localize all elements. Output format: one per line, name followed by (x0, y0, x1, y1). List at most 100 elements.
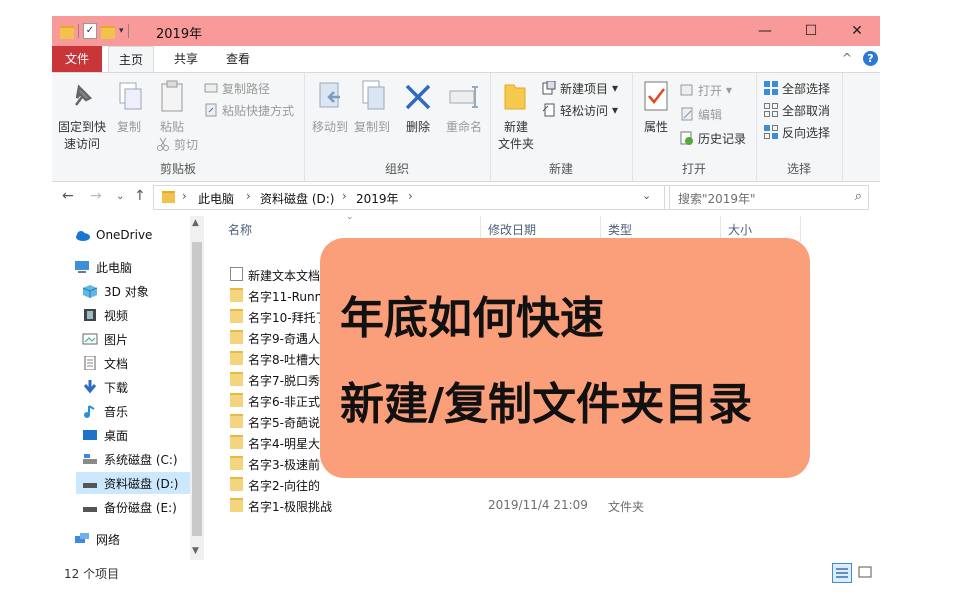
properties-icon (638, 79, 674, 115)
nav-label: 文档 (104, 356, 129, 371)
edit-button[interactable]: 编辑 (680, 105, 722, 123)
desktop-icon (82, 428, 98, 442)
invert-selection-button[interactable]: 反向选择 (764, 123, 830, 141)
tab-file[interactable]: 文件 (52, 46, 102, 72)
collapse-ribbon-icon[interactable]: ^ (842, 51, 852, 65)
tab-home[interactable]: 主页 (108, 46, 154, 73)
nav-scrollbar[interactable]: ▲ ▼ (190, 216, 204, 560)
file-name: 名字7-脱口秀 (248, 374, 320, 388)
breadcrumb-separator[interactable]: › (342, 189, 347, 203)
copy-to-button[interactable]: 复制到 (352, 79, 392, 136)
properties-button[interactable]: 属性 (638, 79, 674, 136)
nav-item-drive-c[interactable]: 系统磁盘 (C:) (82, 448, 178, 470)
breadcrumb-separator[interactable]: › (182, 189, 187, 203)
paste-button[interactable]: 粘贴 (152, 79, 192, 136)
navigation-pane: OneDrive 此电脑 3D 对象 视频 图片 文档 下载 音乐 桌面 系统磁… (52, 216, 206, 560)
scroll-up-icon[interactable]: ▲ (192, 218, 199, 228)
open-label: 打开 (698, 83, 723, 98)
customize-toolbar-icon[interactable]: ▾ (119, 26, 124, 36)
rename-button[interactable]: 重命名 (442, 79, 486, 136)
easy-access-button[interactable]: 轻松访问 ▾ (542, 101, 618, 119)
select-all-icon (764, 81, 778, 95)
copy-path-button[interactable]: 复制路径 (204, 79, 270, 97)
new-group: 新建 文件夹 新建项目 ▾ 轻松访问 ▾ 新建 (490, 73, 633, 181)
recent-locations-icon[interactable]: ⌄ (116, 191, 124, 202)
nav-item-documents[interactable]: 文档 (82, 352, 128, 374)
banner-line-1: 年底如何快速 (340, 293, 604, 344)
select-none-button[interactable]: 全部取消 (764, 101, 830, 119)
large-icons-view-button[interactable] (856, 563, 874, 581)
address-bar[interactable]: › 此电脑 › 资料磁盘 (D:) › 2019年 › ⌄ (153, 185, 665, 210)
column-divider[interactable] (800, 216, 801, 242)
nav-item-onedrive[interactable]: OneDrive (74, 224, 152, 246)
column-header-modified[interactable]: 修改日期 (488, 221, 536, 238)
cut-button[interactable]: 剪切 (156, 135, 198, 153)
breadcrumb-2019[interactable]: 2019年 (356, 190, 399, 207)
maximize-button[interactable]: ☐ (788, 16, 834, 46)
nav-item-drive-e[interactable]: 备份磁盘 (E:) (82, 496, 177, 518)
delete-button[interactable]: 删除 (400, 79, 436, 136)
properties-icon[interactable]: ✓ (83, 23, 97, 39)
address-dropdown-icon[interactable]: ⌄ (642, 189, 651, 202)
scroll-down-icon[interactable]: ▼ (192, 546, 199, 556)
tab-view[interactable]: 查看 (216, 46, 260, 72)
copy-path-icon (204, 81, 218, 95)
search-box[interactable]: 搜索"2019年" ⌕ (669, 185, 869, 210)
forward-arrow-icon[interactable]: → (90, 188, 102, 204)
select-all-button[interactable]: 全部选择 (764, 79, 830, 97)
text-file-icon (230, 267, 243, 281)
column-header-name[interactable]: 名称 (228, 221, 252, 238)
nav-item-desktop[interactable]: 桌面 (82, 424, 128, 446)
nav-item-pictures[interactable]: 图片 (82, 328, 128, 350)
back-arrow-icon[interactable]: ← (62, 188, 74, 204)
search-input[interactable]: 搜索"2019年" (678, 190, 756, 207)
breadcrumb-drive-d[interactable]: 资料磁盘 (D:) (260, 190, 334, 207)
scroll-thumb[interactable] (192, 242, 202, 536)
folder-icon (230, 477, 243, 491)
nav-item-videos[interactable]: 视频 (82, 304, 128, 326)
column-header-size[interactable]: 大小 (728, 221, 752, 238)
cloud-icon (74, 228, 90, 242)
nav-item-this-pc[interactable]: 此电脑 (74, 256, 132, 278)
nav-label: 3D 对象 (104, 284, 149, 299)
history-button[interactable]: 历史记录 (680, 129, 746, 147)
move-to-button[interactable]: 移动到 (310, 79, 350, 136)
new-folder-label-2: 文件夹 (497, 137, 534, 151)
new-folder-button[interactable]: 新建 文件夹 (496, 79, 536, 153)
new-item-icon (542, 80, 556, 95)
nav-label: OneDrive (96, 228, 153, 242)
nav-item-3d-objects[interactable]: 3D 对象 (82, 280, 149, 302)
folder-row[interactable]: 名字1-极限挑战 2019/11/4 21:09 文件夹 (222, 495, 782, 516)
new-folder-icon[interactable] (101, 25, 115, 39)
drive-icon (82, 476, 98, 490)
open-button[interactable]: 打开 ▾ (680, 81, 732, 99)
minimize-button[interactable]: — (742, 16, 788, 46)
nav-item-network[interactable]: 网络 (74, 528, 120, 550)
new-group-label: 新建 (548, 162, 573, 176)
folder-icon (162, 191, 175, 203)
tab-share[interactable]: 共享 (164, 46, 208, 72)
copy-button[interactable]: 复制 (112, 79, 146, 136)
breadcrumb-separator[interactable]: › (246, 189, 251, 203)
folder-icon (230, 435, 243, 449)
nav-item-drive-d[interactable]: 资料磁盘 (D:) (76, 472, 192, 494)
up-arrow-icon[interactable]: ↑ (134, 188, 146, 204)
paste-shortcut-button[interactable]: 粘贴快捷方式 (204, 101, 294, 119)
new-item-button[interactable]: 新建项目 ▾ (542, 79, 618, 97)
pin-label-1: 固定到快 (57, 120, 106, 134)
details-view-button[interactable] (832, 563, 852, 583)
nav-item-music[interactable]: 音乐 (82, 400, 128, 422)
breadcrumb-this-pc[interactable]: 此电脑 (198, 190, 234, 207)
column-header-type[interactable]: 类型 (608, 221, 632, 238)
new-folder-icon (498, 79, 534, 115)
help-icon[interactable]: ? (863, 51, 878, 66)
copy-to-icon (354, 79, 390, 115)
file-date: 2019/11/4 21:09 (488, 498, 588, 512)
breadcrumb-separator[interactable]: › (408, 189, 413, 203)
clipboard-icon (154, 79, 190, 115)
pin-quick-access-button[interactable]: 固定到快 速访问 (56, 79, 108, 153)
nav-item-downloads[interactable]: 下载 (82, 376, 128, 398)
paste-shortcut-icon (204, 103, 218, 117)
close-button[interactable]: ✕ (834, 16, 880, 46)
folder-icon (230, 288, 243, 302)
